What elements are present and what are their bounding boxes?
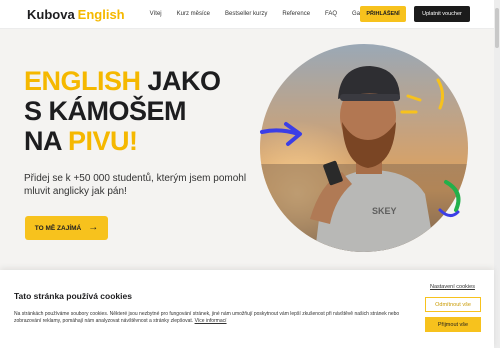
voucher-button[interactable]: Uplatnit voucher — [414, 6, 470, 22]
headline-line-2: S KÁMOŠEM — [24, 96, 187, 126]
top-navbar: Kubova English Vítej Kurz měsíce Bestsel… — [0, 0, 500, 29]
cookie-settings-link[interactable]: Nastavení cookies — [430, 284, 475, 290]
cta-label: TO MĚ ZAJÍMÁ — [34, 224, 82, 232]
page-scrollbar[interactable] — [494, 0, 500, 348]
accept-all-button[interactable]: Přijmout vše — [425, 317, 481, 332]
hero-photo: SKEY — [260, 44, 468, 252]
hero-headline: ENGLISH JAKO S KÁMOŠEM NA PIVU! — [24, 66, 221, 156]
cookie-title: Tato stránka používá cookies — [14, 291, 132, 301]
logo-text-dark: Kubova — [27, 6, 75, 22]
cta-button[interactable]: TO MĚ ZAJÍMÁ → — [25, 216, 108, 240]
headline-word-english: ENGLISH — [24, 66, 141, 96]
nav-item-reference[interactable]: Reference — [282, 11, 310, 17]
nav-item-vitej[interactable]: Vítej — [150, 11, 162, 17]
scrollbar-thumb[interactable] — [495, 8, 499, 48]
headline-word-pivu: PIVU! — [68, 126, 138, 156]
nav-item-kurz-mesice[interactable]: Kurz měsíce — [177, 11, 210, 17]
hero-subtext: Přidej se k +50 000 studentů, kterým jse… — [24, 173, 247, 197]
nav-item-bestseller[interactable]: Bestseller kurzy — [225, 11, 267, 17]
headline-word-jako: JAKO — [140, 66, 222, 96]
more-info-link[interactable]: Více informací — [195, 318, 227, 324]
svg-text:SKEY: SKEY — [372, 206, 397, 216]
main-nav: Vítej Kurz měsíce Bestseller kurzy Refer… — [150, 11, 390, 17]
brand-logo[interactable]: Kubova English — [27, 7, 125, 22]
cookie-text: Na stránkách používáme soubory cookies. … — [14, 311, 414, 325]
cookie-banner: Tato stránka používá cookies Na stránkác… — [0, 270, 494, 348]
logo-text-yellow: English — [77, 6, 125, 22]
headline-word-na: NA — [24, 126, 68, 156]
arrow-right-icon: → — [88, 222, 99, 233]
login-button[interactable]: PŘIHLÁŠENÍ — [360, 6, 406, 22]
reject-all-button[interactable]: Odmítnout vše — [425, 297, 481, 312]
nav-item-faq[interactable]: FAQ — [325, 11, 337, 17]
